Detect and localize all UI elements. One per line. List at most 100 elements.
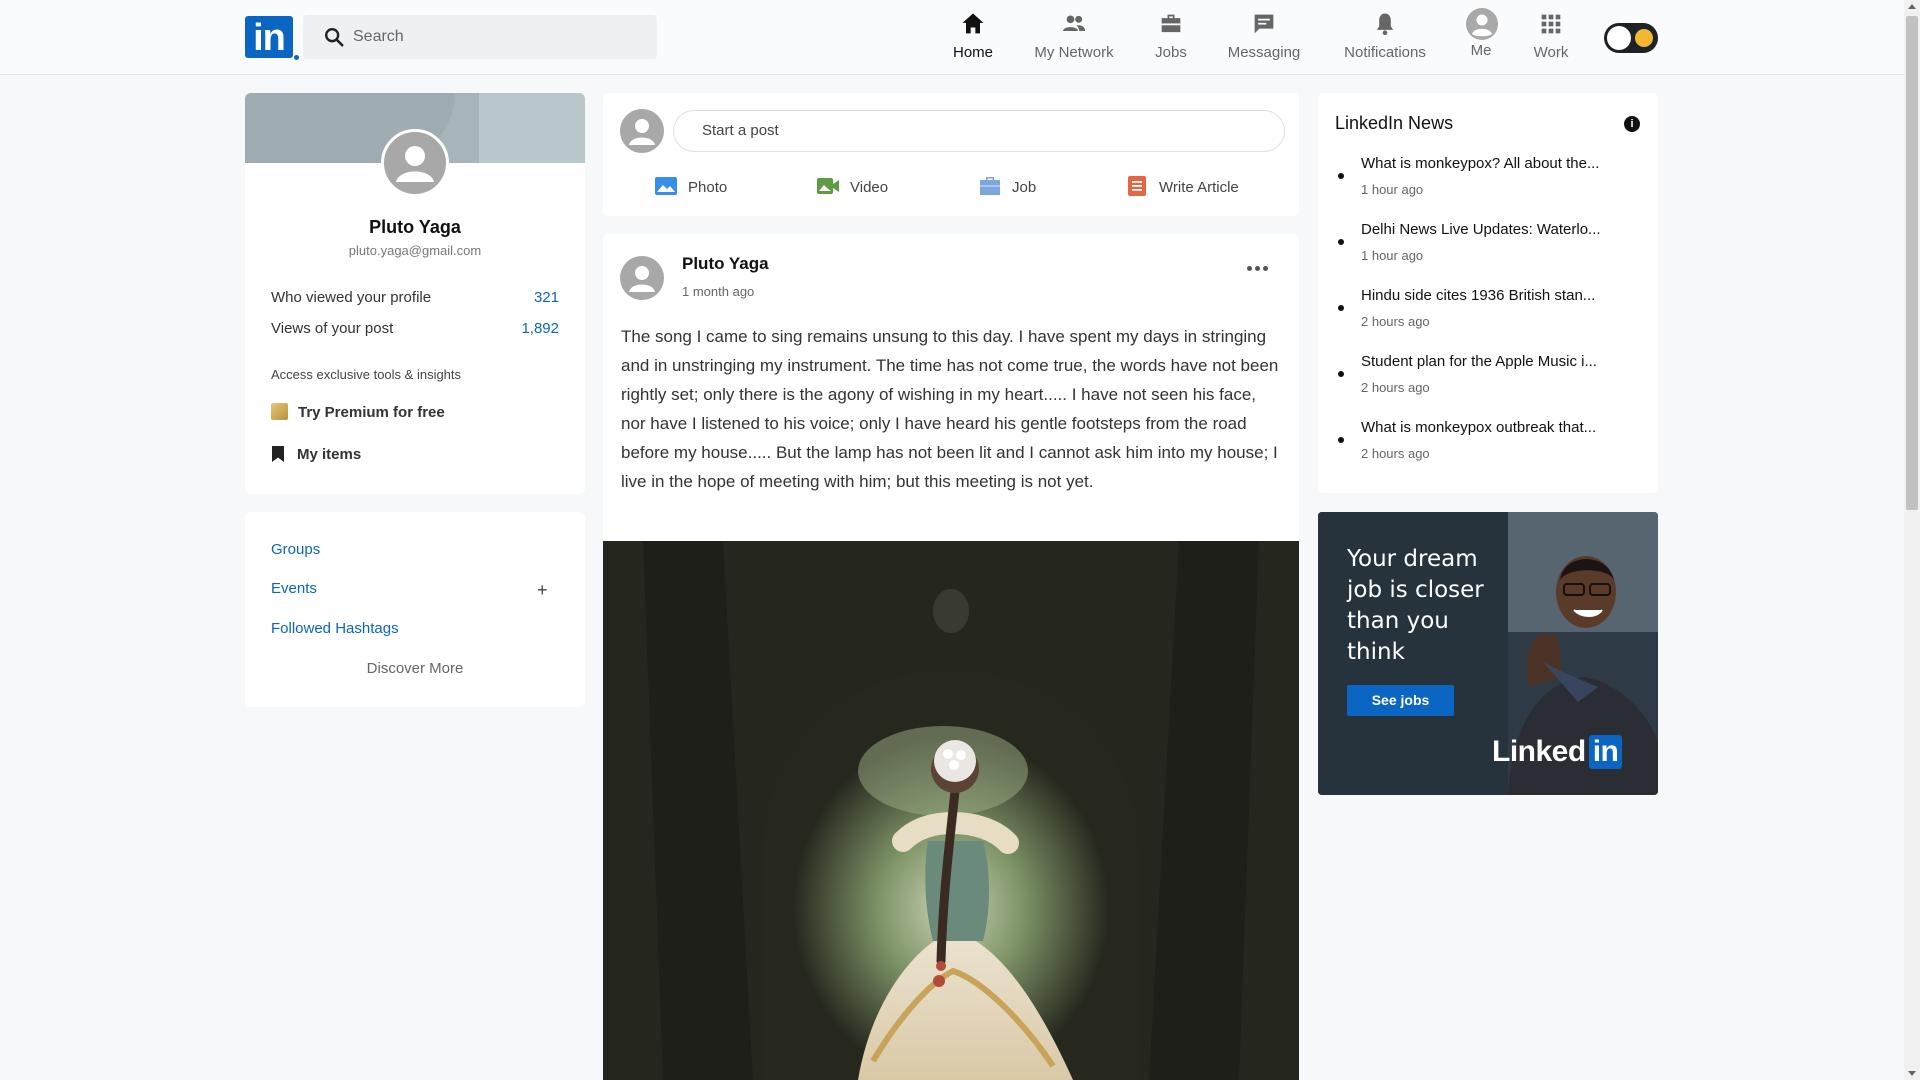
news-time: 2 hours ago (1361, 446, 1430, 461)
stat-label: Who viewed your profile (271, 289, 432, 306)
news-bullet (1338, 305, 1344, 311)
messaging-icon (1254, 14, 1274, 34)
news-headline: Student plan for the Apple Music i... (1361, 353, 1597, 370)
photo-icon (655, 177, 677, 195)
news-bullet (1338, 371, 1344, 377)
scroll-thumb[interactable] (1906, 16, 1918, 510)
nav-home[interactable]: Home (947, 8, 999, 68)
feed-post: Pluto Yaga 1 month ago The song I came t… (603, 234, 1299, 1080)
profile-name[interactable]: Pluto Yaga (245, 217, 585, 238)
see-jobs-button[interactable]: See jobs (1347, 685, 1454, 716)
linkedin-news-card: LinkedIn News i What is monkeypox? All a… (1318, 93, 1658, 493)
discover-more-button[interactable]: Discover More (245, 660, 585, 677)
followed-hashtags-link[interactable]: Followed Hashtags (271, 620, 399, 637)
news-headline: Delhi News Live Updates: Waterlo... (1361, 221, 1601, 238)
stat-profile-views[interactable]: Who viewed your profile 321 (271, 289, 559, 306)
my-items-link[interactable]: My items (271, 445, 361, 463)
info-icon[interactable]: i (1624, 116, 1640, 132)
nav-my-network[interactable]: My Network (1026, 8, 1122, 68)
groups-link[interactable]: Groups (271, 541, 320, 558)
network-icon (1062, 15, 1086, 31)
news-headline: What is monkeypox? All about the... (1361, 155, 1600, 172)
nav-work[interactable]: Work (1531, 8, 1571, 68)
news-headline: What is monkeypox outbreak that... (1361, 419, 1597, 436)
theme-toggle[interactable] (1604, 23, 1658, 53)
add-event-button[interactable]: + (537, 580, 548, 601)
more-options-icon[interactable] (1247, 266, 1271, 274)
bookmark-icon (272, 446, 284, 462)
logo-text: in (253, 17, 286, 59)
nav-me[interactable]: Me (1466, 8, 1498, 68)
photo-label: Photo (688, 179, 728, 196)
premium-icon (271, 403, 288, 420)
stat-label: Views of your post (271, 320, 394, 337)
profile-avatar[interactable] (381, 129, 449, 197)
premium-insight-text: Access exclusive tools & insights (271, 367, 462, 382)
post-author-avatar[interactable] (620, 256, 664, 300)
logo-registered-mark (294, 55, 299, 60)
video-icon (817, 178, 839, 194)
ad-headline: Your dream job is closer than you think (1347, 546, 1484, 665)
post-body-text: The song I came to sing remains unsung t… (621, 327, 1279, 491)
photo-button[interactable]: Photo (654, 175, 727, 199)
stat-post-views[interactable]: Views of your post 1,892 (271, 320, 559, 337)
news-time: 1 hour ago (1361, 248, 1424, 263)
scroll-down-arrow-icon[interactable] (1908, 1071, 1916, 1076)
jobs-icon (1161, 14, 1181, 33)
nav-notifications[interactable]: Notifications (1337, 8, 1433, 68)
nav-jobs[interactable]: Jobs (1150, 8, 1192, 68)
scroll-up-arrow-icon[interactable] (1908, 4, 1916, 9)
wordmark-in: in (1588, 735, 1623, 769)
linkedin-logo[interactable]: in (245, 16, 299, 60)
nav-messaging[interactable]: Messaging (1222, 8, 1306, 68)
sun-icon (1635, 29, 1653, 47)
start-post-input[interactable]: Start a post (673, 110, 1285, 152)
job-ad-banner[interactable]: Your dream job is closer than you think … (1318, 512, 1658, 795)
post-timestamp: 1 month ago (682, 284, 755, 299)
stat-value: 1,892 (521, 320, 559, 337)
news-time: 2 hours ago (1361, 314, 1430, 329)
stat-value: 321 (533, 289, 559, 306)
job-label: Job (1012, 179, 1037, 196)
grid-icon (1541, 14, 1561, 34)
nav-notifications-label: Notifications (1344, 44, 1426, 61)
community-links-card: Groups Events + Followed Hashtags Discov… (245, 512, 585, 707)
news-time: 2 hours ago (1361, 380, 1430, 395)
search-bar[interactable] (303, 15, 657, 59)
write-article-button[interactable]: Write Article (1125, 175, 1239, 199)
post-composer: Start a post Photo Video Job Write Artic… (603, 93, 1299, 216)
home-icon (962, 13, 984, 34)
page-scrollbar[interactable] (1904, 0, 1920, 1080)
top-navigation-bar: in Home My Network Jobs (0, 0, 1904, 75)
write-article-label: Write Article (1159, 179, 1239, 196)
try-premium-link[interactable]: Try Premium for free (271, 403, 445, 421)
news-bullet (1338, 437, 1344, 443)
bell-icon (1376, 13, 1394, 36)
composer-avatar[interactable] (620, 109, 664, 153)
nav-me-label: Me (1470, 42, 1492, 59)
premium-label: Try Premium for free (298, 404, 445, 421)
avatar-placeholder-icon (629, 266, 655, 292)
job-icon (980, 177, 1000, 195)
linkedin-wordmark: Linked in (1492, 735, 1623, 769)
job-button[interactable]: Job (978, 175, 1036, 199)
post-image[interactable] (603, 541, 1299, 1080)
nav-messaging-label: Messaging (1227, 44, 1301, 61)
nav-my-network-label: My Network (1034, 44, 1114, 61)
dancer-archway-photo (603, 541, 1299, 1080)
news-headline: Hindu side cites 1936 British stan... (1361, 287, 1596, 304)
nav-jobs-label: Jobs (1155, 44, 1187, 61)
search-icon (325, 28, 344, 47)
search-input[interactable] (353, 15, 643, 59)
nav-work-label: Work (1533, 44, 1569, 61)
video-button[interactable]: Video (816, 175, 888, 199)
events-link[interactable]: Events (271, 580, 317, 597)
avatar-placeholder-icon (396, 146, 434, 182)
avatar-icon (1466, 8, 1498, 40)
wordmark-linked: Linked (1492, 735, 1586, 768)
news-bullet (1338, 239, 1344, 245)
post-author-name[interactable]: Pluto Yaga (682, 254, 769, 274)
profile-card: Pluto Yaga pluto.yaga@gmail.com Who view… (245, 93, 585, 494)
news-bullet (1338, 173, 1344, 179)
news-title: LinkedIn News (1335, 113, 1454, 133)
